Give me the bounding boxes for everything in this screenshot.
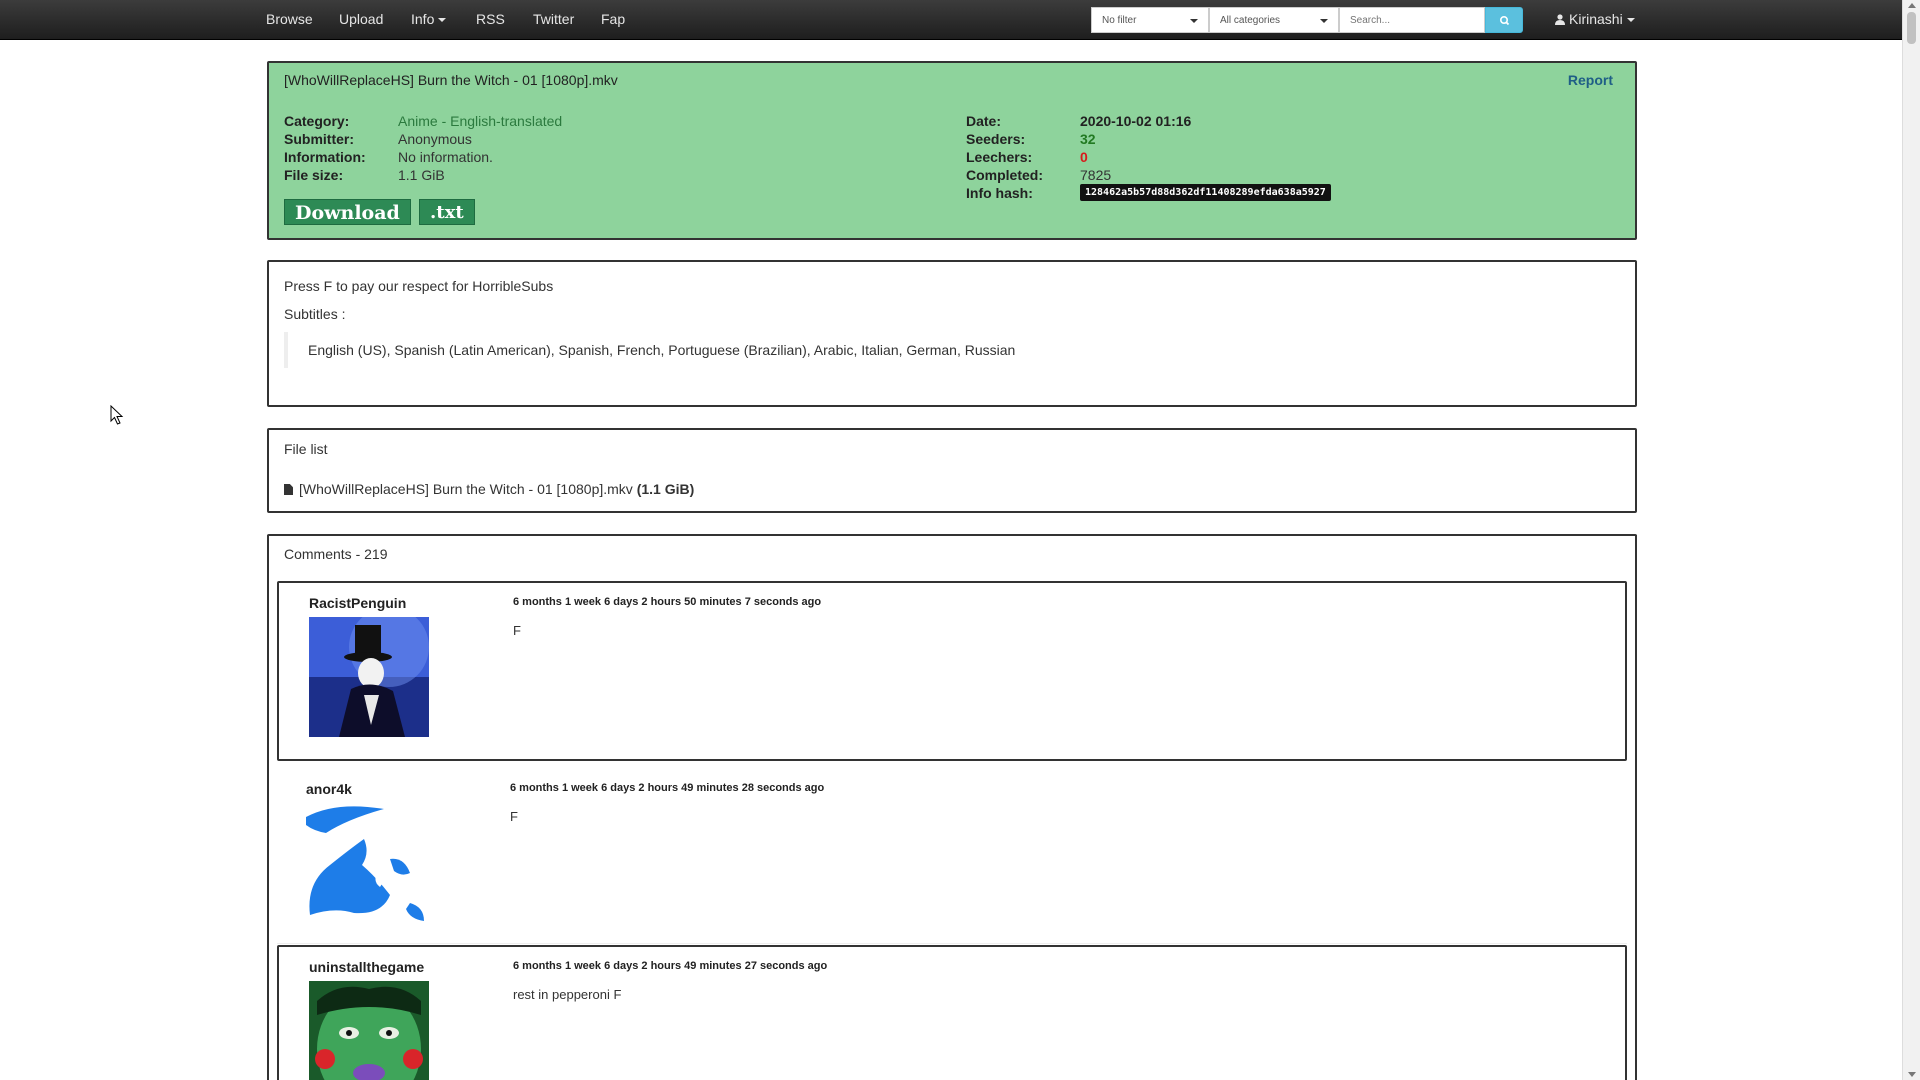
nav-upload[interactable]: Upload xyxy=(339,11,383,27)
caret-down-icon xyxy=(438,18,447,23)
description-panel: Press F to pay our respect for HorribleS… xyxy=(267,260,1637,407)
comment-timestamp[interactable]: 6 months 1 week 6 days 2 hours 49 minute… xyxy=(510,782,824,794)
scroll-down-icon[interactable] xyxy=(1908,1072,1916,1077)
leechers-value: 0 xyxy=(1080,149,1088,165)
date-value: 2020-10-02 01:16 xyxy=(1080,113,1192,129)
nav-twitter[interactable]: Twitter xyxy=(533,11,574,27)
seeders-value: 32 xyxy=(1080,131,1096,147)
info-hash-label: Info hash: xyxy=(966,185,1033,201)
category-select-value: All categories xyxy=(1220,15,1281,26)
torrent-info-panel: [WhoWillReplaceHS] Burn the Witch - 01 [… xyxy=(267,61,1637,240)
information-value: No information. xyxy=(398,149,493,165)
file-list-item: [WhoWillReplaceHS] Burn the Witch - 01 [… xyxy=(284,481,694,497)
subtitles-quote: English (US), Spanish (Latin American), … xyxy=(284,332,1035,368)
leechers-label: Leechers: xyxy=(966,149,1033,165)
comment-item: anor4k 6 months 1 week 6 days 2 hours 49… xyxy=(277,769,1627,944)
category-link[interactable]: Anime - English-translated xyxy=(398,113,562,129)
download-button[interactable]: Download xyxy=(284,199,411,225)
comment-timestamp[interactable]: 6 months 1 week 6 days 2 hours 49 minute… xyxy=(513,960,827,972)
search-input[interactable] xyxy=(1339,7,1485,33)
completed-value: 7825 xyxy=(1080,167,1112,183)
file-icon xyxy=(284,484,293,495)
torrent-title: [WhoWillReplaceHS] Burn the Witch - 01 [… xyxy=(284,72,618,88)
completed-label: Completed: xyxy=(966,167,1043,183)
nav-info-label: Info xyxy=(411,11,435,27)
comment-username[interactable]: RacistPenguin xyxy=(309,595,406,611)
caret-down-icon xyxy=(1320,19,1328,23)
comment-item: uninstallthegame 6 months 1 week 6 days … xyxy=(277,945,1627,1080)
comment-timestamp[interactable]: 6 months 1 week 6 days 2 hours 50 minute… xyxy=(513,596,821,608)
caret-down-icon xyxy=(1626,18,1635,23)
comments-heading: Comments - 219 xyxy=(284,546,388,562)
description-text: Press F to pay our respect for HorribleS… xyxy=(284,278,554,294)
user-icon xyxy=(1555,14,1565,25)
file-name: [WhoWillReplaceHS] Burn the Witch - 01 [… xyxy=(299,481,633,497)
file-list-panel: File list [WhoWillReplaceHS] Burn the Wi… xyxy=(267,428,1637,513)
username: Kirinashi xyxy=(1569,11,1623,27)
submitter-label: Submitter: xyxy=(284,131,354,147)
caret-down-icon xyxy=(1190,19,1198,23)
nav-browse[interactable]: Browse xyxy=(266,11,313,27)
comment-username[interactable]: anor4k xyxy=(306,781,352,797)
information-label: Information: xyxy=(284,149,366,165)
date-label: Date: xyxy=(966,113,1002,129)
seeders-label: Seeders: xyxy=(966,131,1026,147)
submitter-value: Anonymous xyxy=(398,131,472,147)
filesize-label: File size: xyxy=(284,167,344,183)
scrollbar-thumb[interactable] xyxy=(1907,12,1916,44)
comment-text: rest in pepperoni F xyxy=(513,987,622,1002)
comments-panel: Comments - 219 RacistPenguin 6 months 1 … xyxy=(267,534,1637,1080)
user-menu[interactable]: Kirinashi xyxy=(1555,11,1635,27)
top-navbar: Browse Upload Info RSS Twitter Fap No fi… xyxy=(0,0,1902,40)
page-scrollbar[interactable] xyxy=(1902,0,1920,1080)
category-select[interactable]: All categories xyxy=(1209,7,1339,33)
txt-button[interactable]: .txt xyxy=(419,199,475,225)
comment-text: F xyxy=(513,623,521,638)
comment-item: RacistPenguin 6 months 1 week 6 days 2 h… xyxy=(277,581,1627,761)
avatar xyxy=(306,803,426,923)
search-icon xyxy=(1500,16,1510,26)
avatar xyxy=(309,981,429,1080)
subtitles-list: English (US), Spanish (Latin American), … xyxy=(308,342,1016,358)
report-link[interactable]: Report xyxy=(1568,72,1613,88)
nav-info-dropdown[interactable]: Info xyxy=(411,11,447,27)
filter-select-value: No filter xyxy=(1102,15,1137,26)
comment-username[interactable]: uninstallthegame xyxy=(309,959,424,975)
subtitles-heading: Subtitles : xyxy=(284,306,346,322)
filter-select[interactable]: No filter xyxy=(1091,7,1209,33)
file-list-heading: File list xyxy=(284,441,328,457)
mouse-cursor-icon xyxy=(110,405,124,425)
category-label: Category: xyxy=(284,113,350,129)
nav-fap[interactable]: Fap xyxy=(601,11,625,27)
nav-rss[interactable]: RSS xyxy=(476,11,505,27)
search-button[interactable] xyxy=(1485,7,1523,33)
comment-text: F xyxy=(510,809,518,824)
file-size: (1.1 GiB) xyxy=(636,481,695,497)
scroll-up-icon[interactable] xyxy=(1908,3,1916,8)
filesize-value: 1.1 GiB xyxy=(398,167,445,183)
info-hash-value[interactable]: 128462a5b57d88d362df11408289efda638a5927 xyxy=(1080,184,1331,201)
avatar xyxy=(309,617,429,737)
